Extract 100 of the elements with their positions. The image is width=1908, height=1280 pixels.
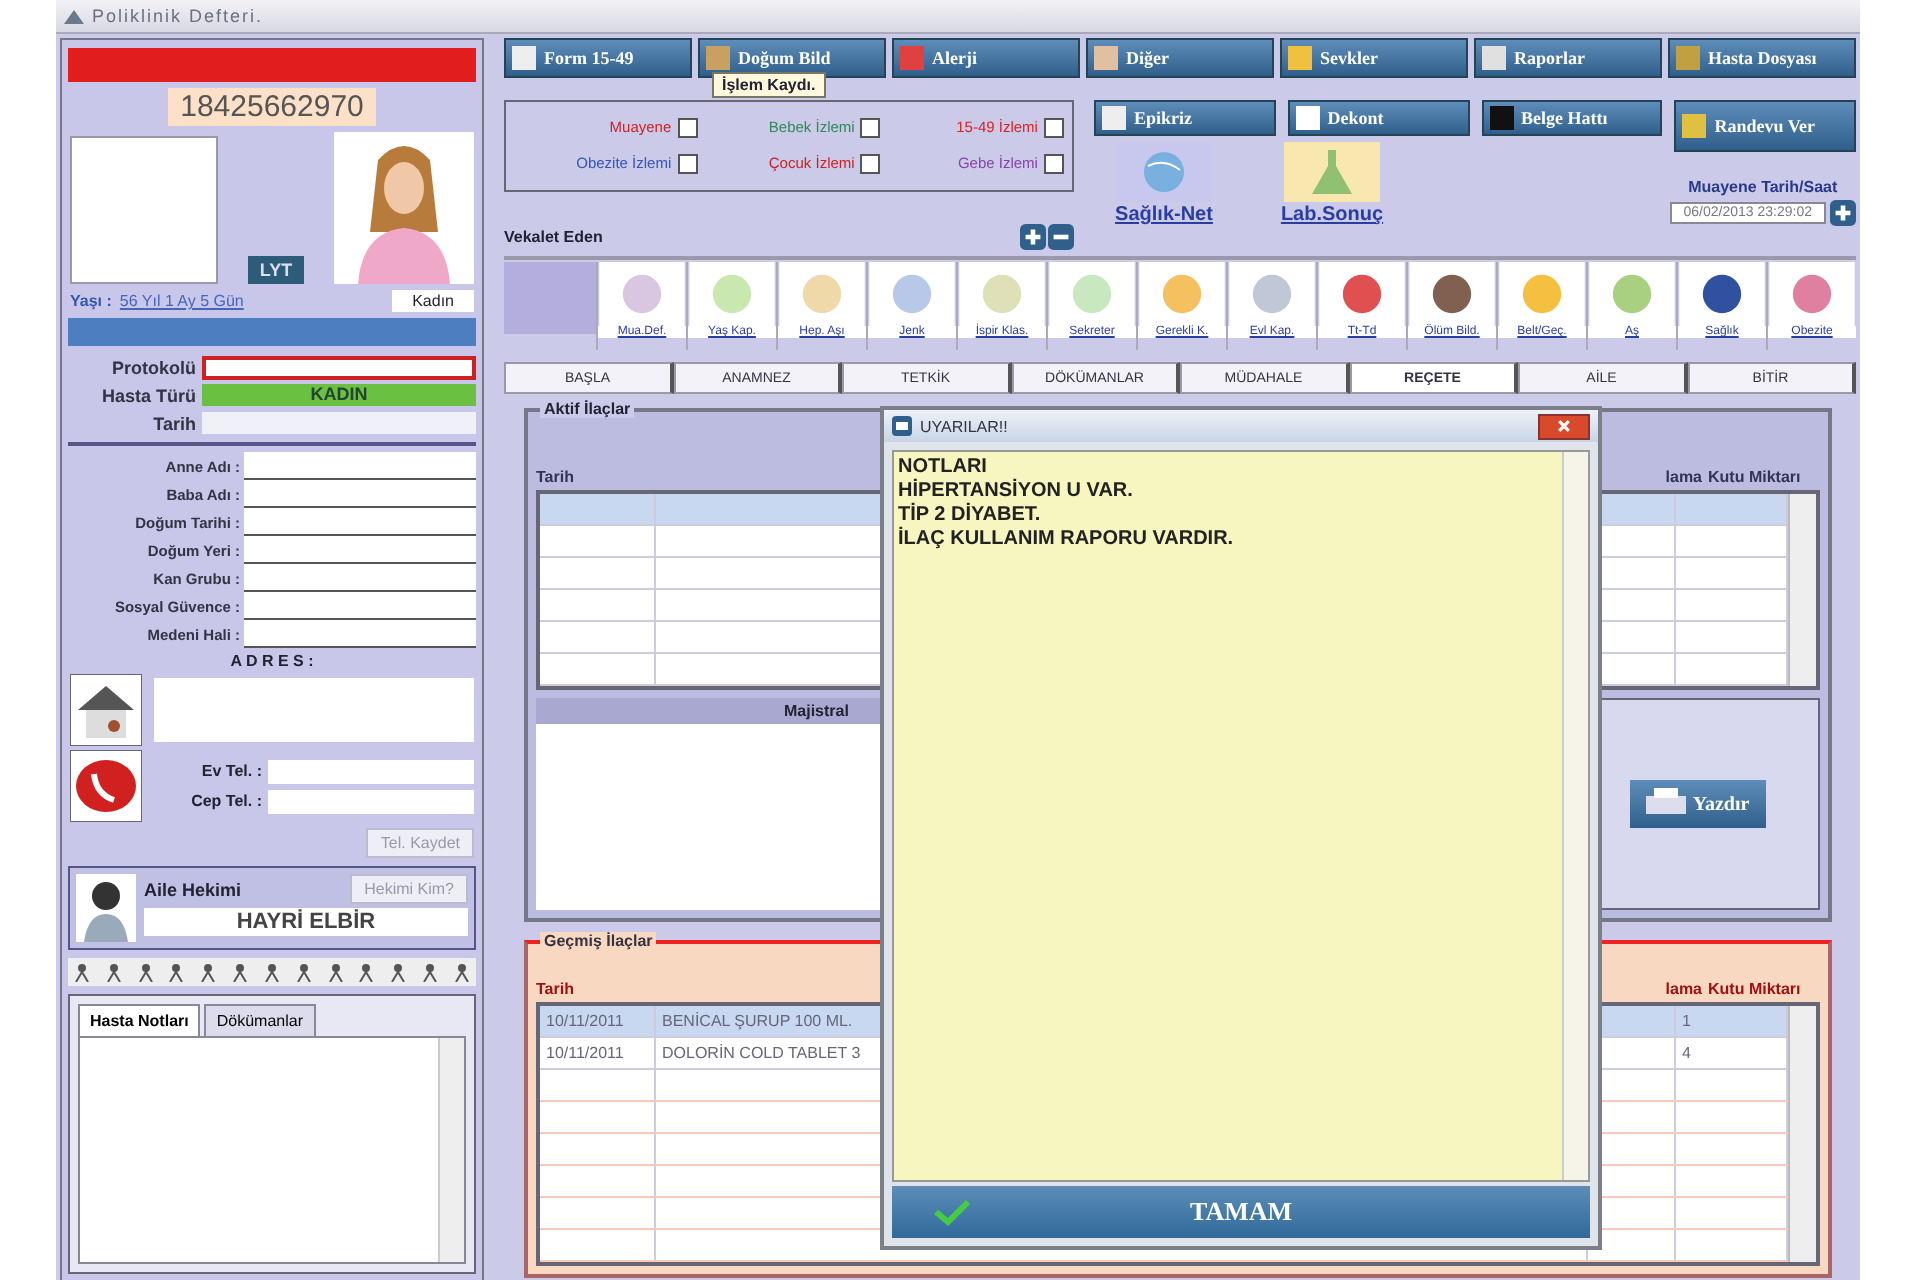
remove-icon[interactable]: [1048, 224, 1074, 251]
tool-icon[interactable]: [1318, 262, 1406, 327]
notes-tab[interactable]: Dökümanlar: [204, 1004, 315, 1036]
input-field[interactable]: [268, 759, 474, 783]
doctor-label: Aile Hekimi: [144, 879, 242, 899]
input-field[interactable]: [268, 789, 474, 813]
figure-icon[interactable]: [198, 962, 219, 982]
figure-icon[interactable]: [72, 962, 92, 982]
table-cell: 10/11/2011: [540, 1006, 656, 1036]
column-header: Tarih: [536, 980, 576, 998]
figure-icon[interactable]: [261, 962, 282, 982]
doctor-name: HAYRİ ELBİR: [144, 908, 468, 936]
dialog-title: UYARILAR!!: [920, 417, 1010, 435]
input-field[interactable]: [244, 592, 476, 620]
address-label: A D R E S :: [230, 652, 314, 670]
toolbar-button[interactable]: Sevkler: [1280, 38, 1468, 78]
scrollbar[interactable]: [438, 1038, 464, 1262]
figure-icon[interactable]: [230, 962, 251, 982]
checkbox[interactable]: [860, 153, 881, 174]
input-field[interactable]: [244, 480, 476, 508]
scrollbar[interactable]: [1788, 1006, 1816, 1262]
age-label: Yaşı :: [70, 292, 112, 310]
link[interactable]: Lab.Sonuç: [1280, 203, 1384, 226]
note-line: İLAÇ KULLANIM RAPORU VARDIR.: [898, 528, 1236, 552]
figure-icon[interactable]: [103, 962, 124, 982]
link[interactable]: Sağlık-Net: [1115, 203, 1213, 226]
tooltip: İşlem Kaydı.: [712, 72, 826, 98]
scrollbar[interactable]: [1788, 494, 1816, 687]
note-line: NOTLARI: [898, 456, 989, 478]
input-field[interactable]: [244, 564, 476, 592]
avatar-icon: [333, 132, 474, 284]
window-title: Poliklinik Defteri.: [92, 6, 264, 26]
note-line: HİPERTANSİYON U VAR.: [898, 480, 1135, 502]
tool-icon[interactable]: [1408, 262, 1496, 327]
add-icon[interactable]: [1830, 199, 1856, 226]
checkbox[interactable]: [1043, 153, 1064, 174]
figure-icon[interactable]: [451, 962, 472, 982]
tool-icon[interactable]: [1678, 262, 1766, 327]
toolbar-button[interactable]: Form 15-49: [504, 38, 692, 78]
action-button[interactable]: Belge Hattı: [1481, 99, 1663, 136]
table-cell: 10/11/2011: [540, 1038, 656, 1068]
phone-icon: [70, 750, 142, 822]
house-icon: [70, 674, 142, 746]
print-button[interactable]: Yazdır: [1630, 780, 1766, 829]
figure-icon[interactable]: [420, 962, 441, 982]
toolbar-button[interactable]: Diğer: [1086, 38, 1274, 78]
field-label: Hasta Türü: [99, 385, 196, 405]
ok-button[interactable]: TAMAM: [892, 1186, 1590, 1238]
toolbar-button[interactable]: Doğum Bild: [698, 38, 886, 78]
figure-icon[interactable]: [356, 962, 377, 982]
note-line: TİP 2 DİYABET.: [898, 504, 1043, 526]
close-icon: [1556, 418, 1572, 434]
close-button[interactable]: [1538, 413, 1590, 439]
action-button[interactable]: Dekont: [1287, 99, 1469, 136]
toolbar-button[interactable]: Hasta Dosyası: [1668, 38, 1856, 78]
status-field: KADIN: [202, 384, 476, 406]
checkbox[interactable]: [1043, 117, 1064, 138]
tool-tile[interactable]: [504, 262, 596, 335]
input-field[interactable]: [244, 452, 476, 480]
column-header: Kutu Miktarı: [1708, 468, 1803, 487]
input-field[interactable]: [244, 620, 476, 648]
figure-icon[interactable]: [135, 962, 156, 982]
notes-text-area[interactable]: NOTLARI HİPERTANSİYON U VAR. TİP 2 DİYABET. İLAÇ KULLANIM RAPORU VARDIR.: [892, 450, 1590, 1182]
figure-icon[interactable]: [166, 962, 187, 982]
input-field[interactable]: [244, 536, 476, 564]
action-button[interactable]: Randevu Ver: [1674, 99, 1856, 152]
checkbox[interactable]: [677, 117, 698, 138]
address-field[interactable]: [154, 678, 474, 742]
notes-tab[interactable]: Hasta Notları: [78, 1004, 201, 1036]
group-title: Geçmiş İlaçlar: [540, 932, 657, 950]
add-icon[interactable]: [1020, 224, 1046, 251]
figure-icon[interactable]: [388, 962, 409, 982]
checkbox[interactable]: [860, 117, 881, 138]
field-label: Protokolü: [110, 357, 196, 377]
figure-icon[interactable]: [325, 962, 346, 982]
proxy-label: Vekalet Eden: [504, 228, 603, 247]
input-field[interactable]: [244, 508, 476, 536]
input-field[interactable]: [202, 355, 476, 379]
field-label: Ev Tel. :: [199, 762, 262, 780]
action-button[interactable]: Epikriz: [1094, 99, 1276, 136]
gender-field: Kadın: [392, 290, 474, 312]
scrollbar[interactable]: [1562, 452, 1588, 1180]
magistral-label: Majistral: [784, 702, 849, 721]
figure-icon[interactable]: [293, 962, 314, 982]
doctor-icon: [76, 874, 136, 942]
checkbox[interactable]: [677, 153, 698, 174]
column-header: Tarih: [536, 468, 576, 487]
photo-button[interactable]: LYT: [247, 256, 305, 284]
group-title: Aktif İlaçlar: [540, 400, 635, 419]
notes-field[interactable]: [78, 1036, 466, 1264]
datetime-label: Muayene Tarih/Saat: [1688, 177, 1838, 196]
field-label: Tarih: [151, 413, 196, 433]
patient-id: 18425662970: [168, 88, 376, 126]
column-header: Kutu Miktarı: [1708, 980, 1803, 998]
app-icon: [64, 8, 84, 24]
window-icon: [892, 416, 912, 436]
column-header: lama: [1663, 980, 1704, 998]
toolbar-button[interactable]: Alerji: [892, 38, 1080, 78]
toolbar-button[interactable]: Raporlar: [1474, 38, 1662, 78]
input-field[interactable]: [202, 412, 476, 434]
